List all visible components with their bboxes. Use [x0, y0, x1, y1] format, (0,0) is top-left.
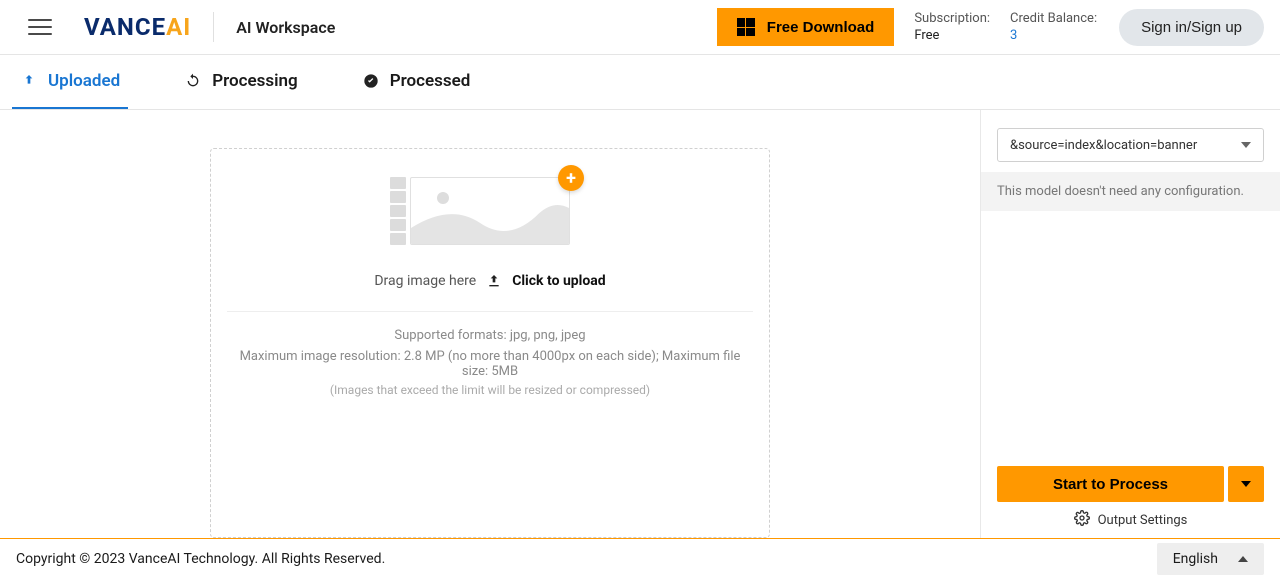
check-circle-icon	[362, 72, 380, 90]
upload-dropzone[interactable]: + Drag image here Click to upload Suppor…	[210, 148, 770, 538]
copyright: Copyright © 2023 VanceAI Technology. All…	[16, 551, 385, 567]
subscription-block: Subscription: Free	[914, 11, 990, 43]
model-select[interactable]: &source=index&location=banner	[997, 128, 1264, 162]
drag-text: Drag image here	[374, 273, 476, 289]
tab-processing-label: Processing	[212, 71, 298, 91]
subscription-label: Subscription:	[914, 11, 990, 26]
logo-text-vance: VANCE	[84, 13, 166, 41]
free-download-label: Free Download	[767, 19, 875, 36]
logo-text-ai: AI	[166, 13, 191, 41]
language-selector[interactable]: English	[1157, 543, 1264, 575]
plus-badge-icon[interactable]: +	[558, 165, 584, 191]
tab-uploaded-label: Uploaded	[48, 71, 120, 91]
resize-note: (Images that exceed the limit will be re…	[227, 383, 753, 397]
model-select-value: &source=index&location=banner	[1010, 138, 1197, 153]
gear-icon	[1074, 510, 1090, 530]
right-panel: &source=index&location=banner This model…	[980, 110, 1280, 538]
signin-button[interactable]: Sign in/Sign up	[1119, 9, 1264, 46]
start-process-button[interactable]: Start to Process	[997, 466, 1224, 502]
page-title: AI Workspace	[236, 18, 335, 37]
process-row: Start to Process	[981, 456, 1280, 510]
config-note: This model doesn't need any configuratio…	[981, 172, 1280, 211]
output-settings[interactable]: Output Settings	[981, 510, 1280, 538]
sync-icon	[184, 72, 202, 90]
header: VANCE AI AI Workspace Free Download Subs…	[0, 0, 1280, 55]
tabs: Uploaded Processing Processed	[0, 55, 1280, 110]
image-placeholder-icon	[410, 177, 570, 245]
chevron-down-icon	[1241, 481, 1251, 487]
credit-block: Credit Balance: 3	[1010, 11, 1097, 43]
free-download-button[interactable]: Free Download	[717, 8, 895, 46]
tab-uploaded[interactable]: Uploaded	[12, 55, 128, 109]
tab-processing[interactable]: Processing	[176, 55, 306, 109]
language-label: English	[1173, 551, 1218, 567]
credit-label: Credit Balance:	[1010, 11, 1097, 26]
chevron-up-icon	[1238, 556, 1248, 562]
model-select-row: &source=index&location=banner	[981, 110, 1280, 172]
limits-text: Maximum image resolution: 2.8 MP (no mor…	[227, 349, 753, 379]
windows-icon	[737, 18, 755, 36]
logo[interactable]: VANCE AI	[84, 13, 191, 41]
divider	[227, 311, 753, 312]
click-to-upload[interactable]: Click to upload	[512, 273, 605, 289]
upload-icon	[486, 273, 502, 289]
main: + Drag image here Click to upload Suppor…	[0, 110, 1280, 538]
output-settings-label: Output Settings	[1098, 513, 1188, 528]
tab-processed[interactable]: Processed	[354, 55, 479, 109]
process-more-button[interactable]	[1228, 466, 1264, 502]
left-pane: + Drag image here Click to upload Suppor…	[0, 110, 980, 538]
hamburger-menu-icon[interactable]	[28, 15, 52, 39]
supported-formats: Supported formats: jpg, png, jpeg	[227, 328, 753, 343]
tab-processed-label: Processed	[390, 71, 471, 91]
thumbnail-wrapper: +	[410, 177, 570, 245]
footer: Copyright © 2023 VanceAI Technology. All…	[0, 538, 1280, 578]
subscription-value: Free	[914, 28, 990, 43]
chevron-down-icon	[1241, 142, 1251, 148]
divider	[213, 12, 214, 42]
upload-arrow-icon	[20, 72, 38, 90]
filmstrip-icon	[390, 177, 406, 245]
credit-value[interactable]: 3	[1010, 28, 1097, 43]
drag-row: Drag image here Click to upload	[227, 273, 753, 289]
